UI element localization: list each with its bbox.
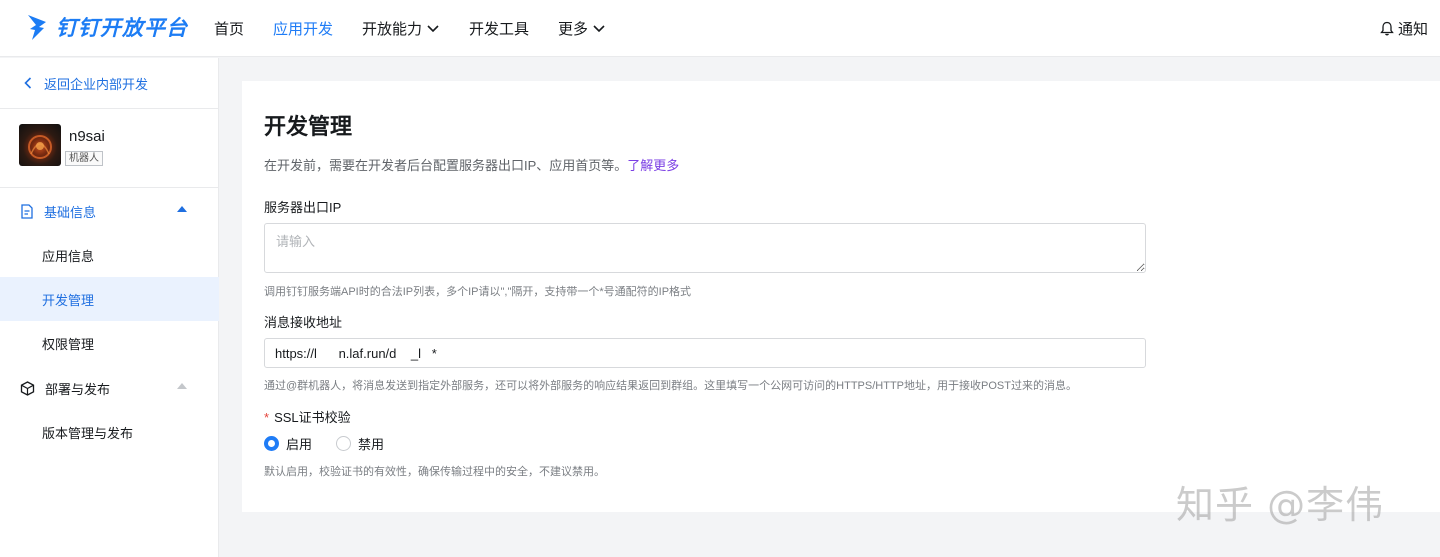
avatar-image <box>28 135 52 159</box>
app-type-badge: 机器人 <box>65 151 103 166</box>
radio-checked-icon <box>264 436 279 451</box>
main-card: 开发管理 在开发前，需要在开发者后台配置服务器出口IP、应用首页等。了解更多 服… <box>242 81 1440 512</box>
sidebar-item-version-release[interactable]: 版本管理与发布 <box>0 410 219 454</box>
nav-more[interactable]: 更多 <box>558 18 605 39</box>
notify-button[interactable]: 通知 <box>1380 18 1428 39</box>
back-label: 返回企业内部开发 <box>44 76 149 92</box>
nav-more-label: 更多 <box>558 21 589 38</box>
sidebar-item-dev-management[interactable]: 开发管理 <box>0 277 219 321</box>
radio-label: 禁用 <box>358 437 385 452</box>
learn-more-link[interactable]: 了解更多 <box>627 158 679 173</box>
sidebar-item-label: 应用信息 <box>42 248 95 264</box>
radio-label: 启用 <box>286 437 313 452</box>
sidebar-item-app-info[interactable]: 应用信息 <box>0 233 219 277</box>
sidebar-item-label: 开发管理 <box>42 292 95 308</box>
document-icon <box>21 203 33 219</box>
brand-name: 钉钉开放平台 <box>56 17 188 40</box>
nav-app-dev-label: 应用开发 <box>273 21 334 38</box>
chevron-down-icon <box>593 24 605 32</box>
top-nav: 钉钉开放平台 首页 应用开发 开放能力 开发工具 更多 通知 <box>0 0 1440 57</box>
nav-home[interactable]: 首页 <box>214 18 244 39</box>
ssl-label: * SSL证书校验 <box>264 407 351 426</box>
message-url-input[interactable] <box>264 338 1146 368</box>
server-ip-label: 服务器出口IP <box>264 200 342 215</box>
server-ip-hint: 调用钉钉服务端API时的合法IP列表，多个IP请以","隔开，支持带一个*号通配… <box>264 286 692 298</box>
chevron-down-icon <box>427 24 439 32</box>
description-text: 在开发前，需要在开发者后台配置服务器出口IP、应用首页等。 <box>264 158 628 173</box>
app-avatar <box>19 124 61 166</box>
nav-dev-tools[interactable]: 开发工具 <box>469 18 529 39</box>
page-description: 在开发前，需要在开发者后台配置服务器出口IP、应用首页等。了解更多 <box>264 155 679 174</box>
menu-group-basic-info[interactable]: 基础信息 <box>0 189 219 233</box>
dingtalk-logo-icon <box>28 15 46 40</box>
menu-group-label: 基础信息 <box>44 204 97 220</box>
watermark: 知乎 @李伟 <box>1176 483 1385 527</box>
caret-up-icon <box>177 383 187 389</box>
nav-home-label: 首页 <box>214 21 245 38</box>
back-to-internal-dev-link[interactable]: 返回企业内部开发 <box>0 58 219 109</box>
message-url-hint: 通过@群机器人，将消息发送到指定外部服务，还可以将外部服务的响应结果返回到群组。… <box>264 380 1077 392</box>
ssl-disable-radio[interactable]: 禁用 <box>336 434 384 453</box>
notify-label: 通知 <box>1397 21 1428 38</box>
nav-open-capabilities-label: 开放能力 <box>362 21 423 38</box>
required-mark: * <box>264 410 270 425</box>
cube-icon <box>20 380 35 396</box>
bell-icon <box>1380 21 1394 36</box>
message-url-label: 消息接收地址 <box>264 315 343 330</box>
chevron-left-icon <box>24 77 32 89</box>
app-card: n9sai 机器人 <box>0 110 219 188</box>
ssl-hint: 默认启用，校验证书的有效性，确保传输过程中的安全，不建议禁用。 <box>264 466 605 478</box>
ssl-radio-group: 启用 禁用 <box>264 434 408 453</box>
caret-up-icon <box>177 206 187 212</box>
server-ip-input[interactable] <box>264 223 1146 273</box>
sidebar-item-permissions[interactable]: 权限管理 <box>0 321 219 365</box>
nav-dev-tools-label: 开发工具 <box>469 21 530 38</box>
page-title: 开发管理 <box>264 114 353 139</box>
brand-logo[interactable]: 钉钉开放平台 <box>26 12 188 42</box>
nav-open-capabilities[interactable]: 开放能力 <box>362 18 439 39</box>
ssl-enable-radio[interactable]: 启用 <box>264 434 312 453</box>
sidebar-item-label: 权限管理 <box>42 336 95 352</box>
menu-group-deploy[interactable]: 部署与发布 <box>0 366 219 410</box>
sidebar-item-label: 版本管理与发布 <box>42 425 134 441</box>
radio-unchecked-icon <box>336 436 352 451</box>
app-name: n9sai <box>69 128 105 145</box>
sidebar: 返回企业内部开发 n9sai 机器人 基础信息 应用信息 开发管理 权限管理 部… <box>0 58 219 557</box>
ssl-label-text: SSL证书校验 <box>274 410 351 425</box>
nav-app-dev[interactable]: 应用开发 <box>273 18 333 39</box>
menu-group-label: 部署与发布 <box>45 381 111 397</box>
